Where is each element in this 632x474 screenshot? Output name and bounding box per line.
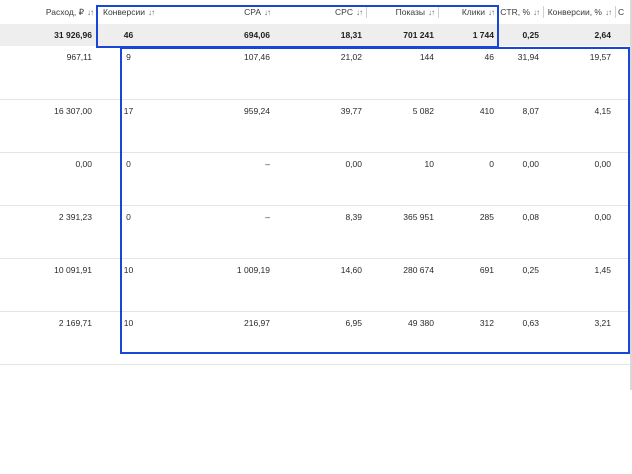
sort-icon[interactable]: ↓↑ xyxy=(356,8,363,17)
cell-conversion-rate: 4,15 xyxy=(544,99,616,153)
cell-ctr: 0,00 xyxy=(499,152,544,206)
totals-cell: 18,31 xyxy=(275,24,367,46)
cell-spend: 967,11 xyxy=(0,46,97,100)
cell-cpa: – xyxy=(165,205,275,259)
cell-cpc: 0,00 xyxy=(275,152,367,206)
cell-cpa: 216,97 xyxy=(165,311,275,365)
totals-cell: 701 241 xyxy=(367,24,439,46)
totals-cell: 694,06 xyxy=(165,24,275,46)
cell-impressions: 10 xyxy=(367,152,439,206)
table-row: 2 391,23 0 – 8,39 365 951 285 0,08 0,00 xyxy=(0,205,632,259)
sort-icon[interactable]: ↓↑ xyxy=(488,8,495,17)
cell-clicks: 691 xyxy=(439,258,499,312)
totals-cell: 1 744 xyxy=(439,24,499,46)
cell-conversions: 9 xyxy=(97,46,165,100)
cell-ctr: 0,08 xyxy=(499,205,544,259)
cell-cpc: 14,60 xyxy=(275,258,367,312)
cell-impressions: 365 951 xyxy=(367,205,439,259)
cell-spend: 0,00 xyxy=(0,152,97,206)
cell-spend: 2 169,71 xyxy=(0,311,97,365)
cell-cpc: 8,39 xyxy=(275,205,367,259)
cell-cpa: – xyxy=(165,152,275,206)
cell-conversion-rate: 3,21 xyxy=(544,311,616,365)
cell-cpa: 107,46 xyxy=(165,46,275,100)
cell-conversions: 10 xyxy=(97,311,165,365)
cell-conversions: 17 xyxy=(97,99,165,153)
cell-ctr: 8,07 xyxy=(499,99,544,153)
table-row: 967,11 9 107,46 21,02 144 46 31,94 19,57 xyxy=(0,46,632,100)
cell-clicks: 46 xyxy=(439,46,499,100)
column-header-conversion-rate[interactable]: Конверсии, % ↓↑ xyxy=(544,0,616,24)
cell-impressions: 280 674 xyxy=(367,258,439,312)
cell-clicks: 410 xyxy=(439,99,499,153)
totals-cell: 31 926,96 xyxy=(0,24,97,46)
table-row: 0,00 0 – 0,00 10 0 0,00 0,00 xyxy=(0,152,632,206)
cell-conversion-rate: 0,00 xyxy=(544,152,616,206)
totals-cell: 46 xyxy=(97,24,165,46)
cell-ctr: 0,25 xyxy=(499,258,544,312)
sort-icon[interactable]: ↓↑ xyxy=(87,8,94,17)
sort-icon[interactable]: ↓↑ xyxy=(264,8,271,17)
cell-spend: 16 307,00 xyxy=(0,99,97,153)
cell-spend: 2 391,23 xyxy=(0,205,97,259)
sort-icon[interactable]: ↓↑ xyxy=(533,8,540,17)
cell-conversions: 0 xyxy=(97,205,165,259)
cell-spend: 10 091,91 xyxy=(0,258,97,312)
cell-cpc: 21,02 xyxy=(275,46,367,100)
totals-row: 31 926,96 46 694,06 18,31 701 241 1 744 … xyxy=(0,24,632,46)
column-header-spend[interactable]: Расход, ₽ ↓↑ xyxy=(0,0,97,24)
cell-cpa: 959,24 xyxy=(165,99,275,153)
cell-conversion-rate: 19,57 xyxy=(544,46,616,100)
cell-ctr: 31,94 xyxy=(499,46,544,100)
cell-conversions: 0 xyxy=(97,152,165,206)
sort-icon[interactable]: ↓↑ xyxy=(605,8,612,17)
stats-table: Расход, ₽ ↓↑ Конверсии ↓↑ CPA ↓↑ CPC ↓↑ Пока… xyxy=(0,0,632,365)
cell-impressions: 5 082 xyxy=(367,99,439,153)
cell-ctr: 0,63 xyxy=(499,311,544,365)
table-row: 16 307,00 17 959,24 39,77 5 082 410 8,07… xyxy=(0,99,632,153)
table-row: 10 091,91 10 1 009,19 14,60 280 674 691 … xyxy=(0,258,632,312)
cell-clicks: 0 xyxy=(439,152,499,206)
table-row: 2 169,71 10 216,97 6,95 49 380 312 0,63 … xyxy=(0,311,632,365)
cell-cpc: 6,95 xyxy=(275,311,367,365)
sort-icon[interactable]: ↓↑ xyxy=(148,8,155,17)
sort-icon[interactable]: ↓↑ xyxy=(428,8,435,17)
column-header-cpa[interactable]: CPA ↓↑ xyxy=(165,0,275,24)
column-header-clicks[interactable]: Клики ↓↑ xyxy=(439,0,499,24)
cell-impressions: 144 xyxy=(367,46,439,100)
header-row: Расход, ₽ ↓↑ Конверсии ↓↑ CPA ↓↑ CPC ↓↑ Пока… xyxy=(0,0,632,24)
cell-impressions: 49 380 xyxy=(367,311,439,365)
column-header-cpc[interactable]: CPC ↓↑ xyxy=(275,0,367,24)
table-viewport: Расход, ₽ ↓↑ Конверсии ↓↑ CPA ↓↑ CPC ↓↑ Пока… xyxy=(0,0,632,474)
cell-conversion-rate: 1,45 xyxy=(544,258,616,312)
totals-cell: 0,25 xyxy=(499,24,544,46)
cell-conversions: 10 xyxy=(97,258,165,312)
cell-cpa: 1 009,19 xyxy=(165,258,275,312)
cell-clicks: 312 xyxy=(439,311,499,365)
cell-clicks: 285 xyxy=(439,205,499,259)
column-header-conversions[interactable]: Конверсии ↓↑ xyxy=(97,0,165,24)
cell-conversion-rate: 0,00 xyxy=(544,205,616,259)
column-header-ctr[interactable]: CTR, % ↓↑ xyxy=(499,0,544,24)
column-header-impressions[interactable]: Показы ↓↑ xyxy=(367,0,439,24)
totals-cell: 2,64 xyxy=(544,24,616,46)
cell-cpc: 39,77 xyxy=(275,99,367,153)
